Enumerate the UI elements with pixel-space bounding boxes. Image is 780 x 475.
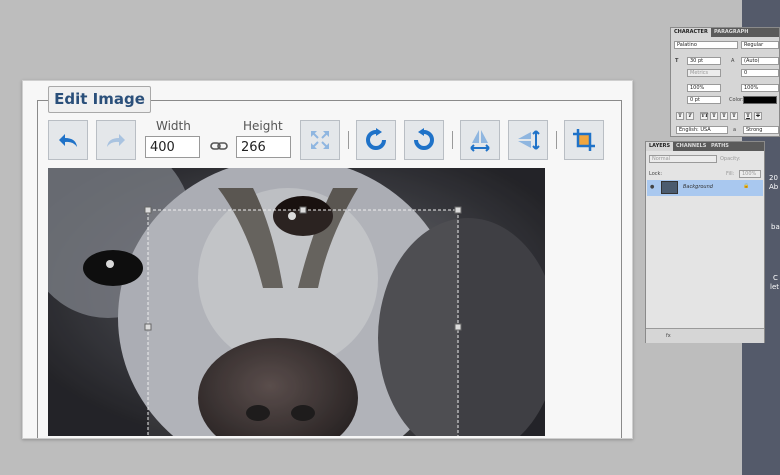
kerning-input[interactable]: Metrics bbox=[687, 69, 721, 77]
character-panel: CHARACTER PARAGRAPH Palatino Regular T 3… bbox=[670, 27, 780, 137]
tab-character[interactable]: CHARACTER bbox=[671, 28, 711, 37]
crop-icon bbox=[573, 129, 595, 151]
underline-button[interactable]: T bbox=[744, 112, 752, 120]
small-caps-button[interactable]: T bbox=[710, 112, 718, 120]
desktop-text: ba bbox=[771, 223, 780, 231]
rotate-counterclockwise-button[interactable] bbox=[404, 120, 444, 160]
text-color-swatch[interactable] bbox=[743, 96, 777, 104]
dialog-title-tab: Edit Image bbox=[48, 86, 151, 113]
font-style-select[interactable]: Regular bbox=[741, 41, 779, 49]
desktop-text: 20 bbox=[769, 174, 778, 182]
layer-thumbnail bbox=[661, 181, 678, 194]
desktop-text: let bbox=[770, 283, 779, 291]
rotate-counterclockwise-icon bbox=[414, 128, 434, 150]
image-canvas[interactable] bbox=[48, 168, 545, 436]
lock-label: Lock: bbox=[649, 171, 663, 177]
toolbar-separator bbox=[556, 131, 557, 149]
language-select[interactable]: English: USA bbox=[676, 126, 728, 134]
fit-to-screen-icon bbox=[311, 131, 329, 149]
panel-tabbar: LAYERS CHANNELS PATHS bbox=[646, 142, 764, 151]
antialias-label: a bbox=[733, 127, 737, 133]
faux-italic-button[interactable]: T bbox=[686, 112, 694, 120]
undo-button[interactable] bbox=[48, 120, 88, 160]
width-label: Width bbox=[156, 119, 191, 133]
fill-input[interactable]: 100% bbox=[739, 170, 761, 178]
redo-icon bbox=[107, 134, 125, 147]
flip-horizontal-icon bbox=[470, 130, 490, 152]
flip-horizontal-button[interactable] bbox=[460, 120, 500, 160]
height-label: Height bbox=[243, 119, 283, 133]
tab-channels[interactable]: CHANNELS bbox=[673, 142, 709, 151]
font-family-select[interactable]: Palatino bbox=[674, 41, 738, 49]
tracking-input[interactable]: 0 bbox=[741, 69, 779, 77]
lock-icon: 🔒 bbox=[743, 183, 750, 189]
desktop-text: Ab bbox=[769, 183, 779, 191]
strikethrough-button[interactable]: T bbox=[754, 112, 762, 120]
rotate-clockwise-icon bbox=[366, 128, 386, 150]
horizontal-scale-input[interactable]: 100% bbox=[741, 84, 779, 92]
divider bbox=[151, 100, 621, 101]
opacity-label: Opacity: bbox=[720, 156, 741, 162]
width-input[interactable] bbox=[145, 136, 200, 158]
faux-bold-button[interactable]: T bbox=[676, 112, 684, 120]
leading-input[interactable]: (Auto) bbox=[741, 57, 779, 65]
tab-layers[interactable]: LAYERS bbox=[646, 142, 674, 151]
panel-tabbar: CHARACTER PARAGRAPH bbox=[671, 28, 779, 37]
toolbar-separator bbox=[348, 131, 349, 149]
baseline-shift-input[interactable]: 0 pt bbox=[687, 96, 721, 104]
link-icon[interactable] bbox=[210, 140, 228, 152]
height-input[interactable] bbox=[236, 136, 291, 158]
vertical-scale-input[interactable]: 100% bbox=[687, 84, 721, 92]
undo-icon bbox=[59, 134, 77, 147]
redo-button[interactable] bbox=[96, 120, 136, 160]
desktop-text: C bbox=[773, 274, 778, 282]
tab-paths[interactable]: PATHS bbox=[708, 142, 732, 151]
layers-panel: LAYERS CHANNELS PATHS Normal Opacity: Lo… bbox=[645, 141, 765, 343]
layers-footer: fx bbox=[646, 328, 764, 343]
all-caps-button[interactable]: TT bbox=[700, 112, 708, 120]
subscript-button[interactable]: T bbox=[730, 112, 738, 120]
superscript-button[interactable]: T bbox=[720, 112, 728, 120]
flip-vertical-button[interactable] bbox=[508, 120, 548, 160]
flip-vertical-icon bbox=[518, 130, 540, 150]
fill-label: Fill: bbox=[726, 171, 735, 177]
color-label: Color: bbox=[729, 97, 744, 103]
rotate-clockwise-button[interactable] bbox=[356, 120, 396, 160]
divider bbox=[621, 100, 622, 438]
dog-photo bbox=[48, 168, 545, 436]
fit-to-screen-button[interactable] bbox=[300, 120, 340, 160]
layer-row-background[interactable]: ● Background 🔒 bbox=[647, 180, 763, 196]
leading-icon: A bbox=[731, 58, 735, 64]
crop-button[interactable] bbox=[564, 120, 604, 160]
antialias-select[interactable]: Strong bbox=[743, 126, 779, 134]
layer-name: Background bbox=[683, 184, 713, 190]
eye-icon[interactable]: ● bbox=[650, 184, 654, 190]
dialog-title: Edit Image bbox=[54, 90, 145, 108]
blend-mode-select[interactable]: Normal bbox=[649, 155, 717, 163]
tab-paragraph[interactable]: PARAGRAPH bbox=[711, 28, 751, 37]
toolbar-separator bbox=[452, 131, 453, 149]
divider bbox=[37, 100, 38, 438]
font-size-input[interactable]: 30 pt bbox=[687, 57, 721, 65]
fx-button[interactable]: fx bbox=[666, 333, 671, 339]
font-size-icon: T bbox=[675, 58, 679, 64]
